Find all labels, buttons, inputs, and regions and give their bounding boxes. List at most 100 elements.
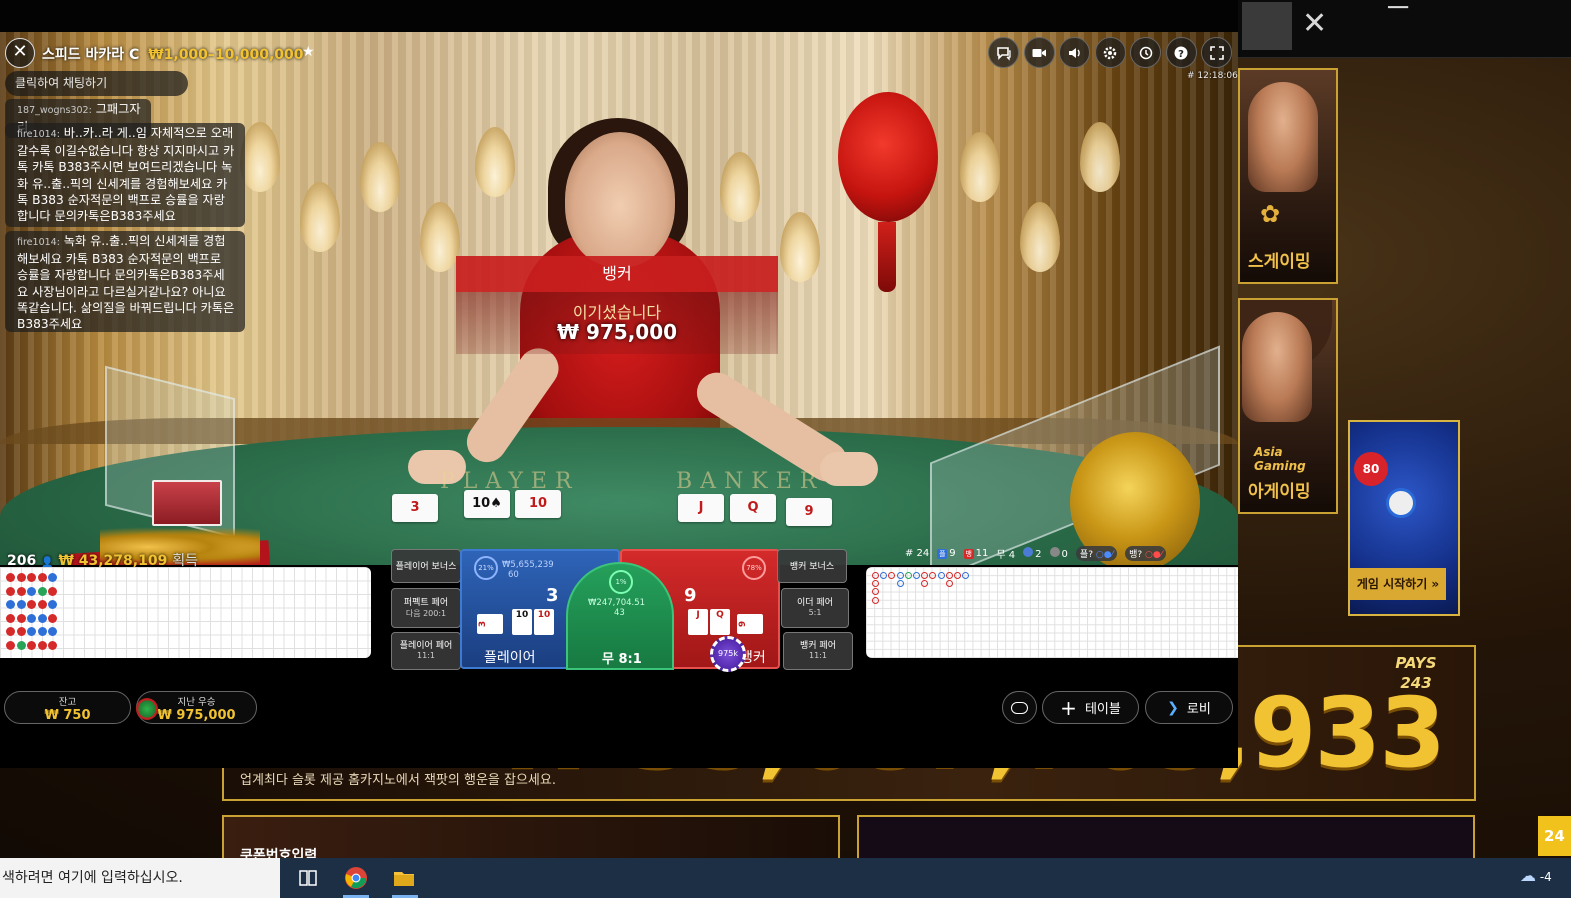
bead-road[interactable] [0, 567, 371, 658]
big-road-marker [945, 580, 953, 588]
gear-icon[interactable] [1094, 37, 1126, 68]
big-road-marker [880, 572, 888, 579]
banker-badge-icon: 뱅 [963, 549, 974, 559]
close-game-button[interactable]: ✕ [5, 38, 35, 68]
tie-wins-stat: 무 4 [996, 550, 1016, 561]
result-amount: ₩ 975,000 [556, 320, 678, 344]
player-pair-stat: 2 [1023, 547, 1042, 560]
site-header: ✕ ▁▁ [1238, 0, 1571, 58]
pair-icon [1023, 547, 1034, 557]
cloud-icon: ☁ [1520, 866, 1536, 885]
banker-card: 9 [737, 614, 763, 634]
tie-bet[interactable]: 1% ₩247,704.51 43 무 8:1 [566, 562, 674, 670]
banker-pair-bet[interactable]: 뱅커 페어 11:1 [783, 632, 853, 670]
add-table-label: 테이블 [1084, 702, 1121, 717]
banker-card: J [688, 609, 708, 635]
player-pair-bet[interactable]: 플레이어 페어 11:1 [391, 632, 461, 670]
player-wins-stat: 플9 [937, 548, 956, 559]
promo-card-title: 아게이밍 [1248, 482, 1311, 502]
plus-icon: + [1060, 695, 1077, 720]
game-tile[interactable]: 80 게임 시작하기 » [1348, 420, 1460, 616]
player-bonus-bet[interactable]: 플레이어 보너스 [391, 549, 461, 583]
big-road-marker [872, 572, 879, 579]
tie-label: 무 [996, 550, 1006, 561]
player-bet-label: 플레이어 [484, 650, 536, 666]
either-pair-bet[interactable]: 이더 페어 5:1 [781, 588, 849, 628]
chat-message: fire1014: 녹화 유..출..픽의 신세계를 경험해보세요 카톡 B38… [5, 231, 245, 332]
lobby-button[interactable]: ❯ 로비 [1145, 691, 1233, 724]
bead-road-marker [37, 613, 47, 623]
lobby-arrow-icon: ❯ [1167, 699, 1179, 716]
banker-ask-button[interactable]: 뱅? ○●⁄ [1125, 546, 1167, 561]
bead-road-marker [37, 600, 47, 609]
bead-road-marker [48, 640, 57, 650]
help-icon[interactable]: ? [1165, 37, 1197, 68]
taskbar-search-input[interactable]: 색하려면 여기에 입력하십시오. [0, 858, 280, 898]
card-deck [152, 480, 222, 526]
bead-road-marker [37, 640, 47, 650]
tie-bet-count: 43 [614, 608, 625, 618]
chat-input-prompt[interactable]: 클릭하여 채팅하기 [5, 71, 188, 96]
bead-road-marker [16, 613, 26, 623]
promo-card-live-casino[interactable]: ✿ 스게이밍 [1238, 68, 1338, 284]
video-camera-icon[interactable] [1023, 37, 1055, 68]
bead-road-marker [37, 573, 47, 582]
chat-bubble-button[interactable] [1002, 691, 1037, 724]
big-road-marker [888, 572, 896, 579]
big-road[interactable] [866, 567, 1238, 658]
bead-road-marker [48, 586, 57, 596]
temperature: -4 [1539, 870, 1552, 884]
bead-road-marker [16, 573, 26, 582]
model-photo [1242, 312, 1312, 422]
history-icon[interactable] [1130, 37, 1161, 68]
player-pair-label: 플레이어 페어 [399, 641, 453, 651]
banker-card: Q [710, 609, 730, 635]
weather-tray[interactable]: ☁ -4 [1520, 866, 1552, 885]
red-lantern [838, 92, 938, 222]
lobby-label: 로비 [1186, 702, 1211, 717]
dealer-face [565, 132, 675, 267]
close-icon[interactable]: ✕ [1302, 6, 1327, 42]
add-table-button[interactable]: + 테이블 [1042, 691, 1139, 724]
fullscreen-icon[interactable] [1201, 37, 1232, 68]
player-card: 10 [534, 609, 554, 635]
svg-text:?: ? [1178, 49, 1184, 60]
banker-pair-stat: 0 [1049, 547, 1068, 560]
model-photo [1248, 82, 1318, 192]
chat-icon[interactable] [988, 37, 1019, 68]
asia-gaming-brand: Asia Gaming [1254, 445, 1306, 473]
player-bet-percent: 21% [474, 556, 498, 580]
volume-icon[interactable] [1059, 37, 1090, 68]
bead-road-marker [16, 586, 26, 596]
chrome-icon[interactable] [344, 866, 368, 890]
lottery-ball-icon [1386, 488, 1416, 518]
live-baccarat-window: PLAYER BANKER 3 10♠ 10 J Q 9 ✕ 스피드 바카라 C… [0, 0, 1238, 768]
table-banker-text: BANKER [676, 469, 825, 494]
task-view-icon[interactable] [296, 866, 320, 890]
side-tab[interactable]: 24 [1538, 816, 1571, 856]
game-start-button[interactable]: 게임 시작하기 » [1350, 568, 1446, 600]
big-road-marker [962, 572, 970, 579]
balance-label: 잔고 [58, 697, 77, 708]
big-road-marker [921, 572, 929, 579]
player-ask-button[interactable]: 플? ○●⁄ [1075, 546, 1118, 561]
bead-road-marker [27, 600, 36, 609]
tie-bet-label: 무 8:1 [602, 652, 642, 667]
site-header-text: ▁▁ [1388, 0, 1408, 9]
promo-card-title: 스게이밍 [1248, 252, 1311, 272]
player-bet-count: 60 [508, 570, 519, 580]
banker-bonus-bet[interactable]: 뱅커 보너스 [777, 549, 847, 583]
favorite-star-icon[interactable]: ★ [302, 44, 315, 60]
perfect-pair-bet[interactable]: 퍼펙트 페어 다음 200:1 [391, 588, 461, 628]
promo-card-asia-gaming[interactable]: Asia Gaming 아게이밍 [1238, 298, 1338, 514]
bead-road-marker [16, 600, 26, 609]
bead-road-marker [48, 573, 57, 582]
tie-bet-total: ₩247,704.51 [588, 598, 646, 608]
banker-bet-percent: 78% [742, 556, 766, 580]
pair-icon [1049, 547, 1060, 557]
perfect-pair-label: 퍼펙트 페어 [403, 598, 449, 608]
table-card: 10♠ [464, 490, 510, 518]
file-explorer-icon[interactable] [392, 866, 416, 890]
balance-display: 잔고 ₩ 750 [4, 691, 131, 724]
banker-score: 9 [684, 585, 697, 606]
